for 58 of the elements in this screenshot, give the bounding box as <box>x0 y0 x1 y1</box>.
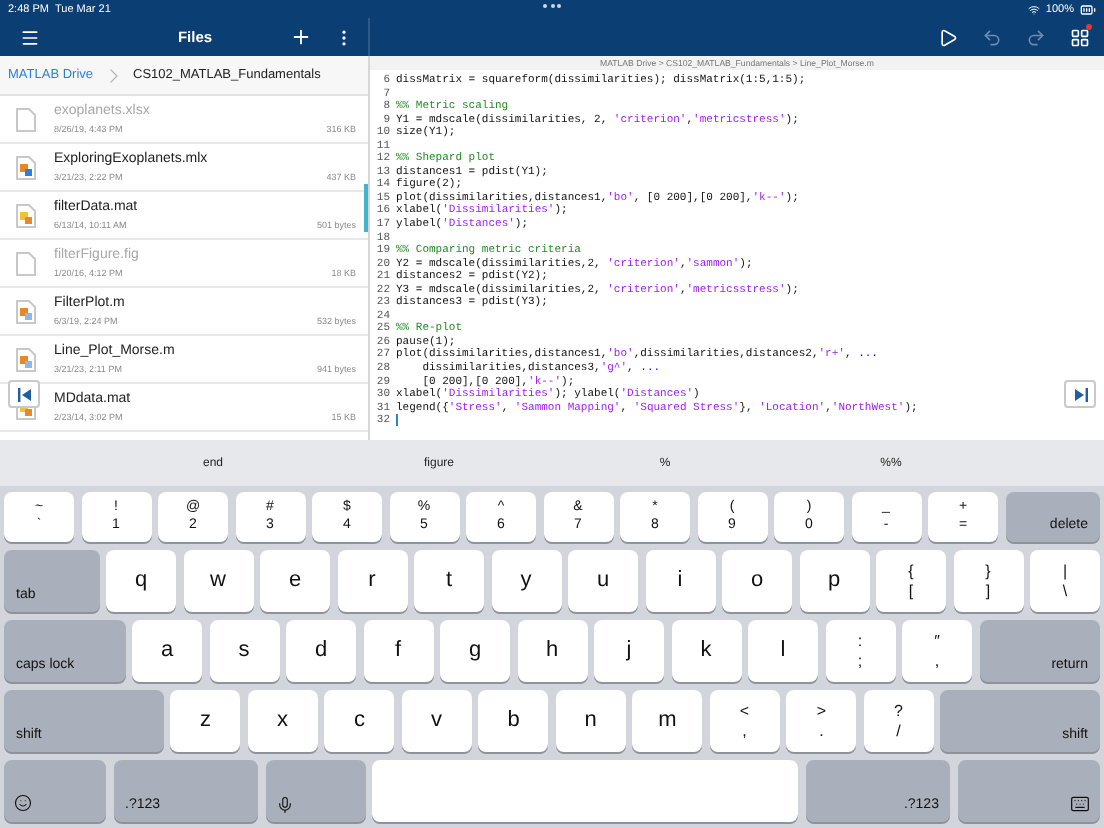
collapse-icon <box>17 387 31 401</box>
key[interactable]: : ; <box>825 620 895 682</box>
key[interactable]: u <box>568 550 638 612</box>
key[interactable]: v <box>401 690 472 752</box>
run-icon <box>937 27 957 47</box>
file-icon <box>16 107 36 131</box>
add-button[interactable] <box>288 24 314 50</box>
key[interactable]: q <box>106 550 176 612</box>
key[interactable]: j <box>594 620 664 682</box>
key[interactable]: k <box>671 620 741 682</box>
key[interactable]: w <box>183 550 253 612</box>
key[interactable]: m <box>632 690 703 752</box>
collapse-panel-button[interactable] <box>8 380 40 408</box>
file-icon <box>16 251 36 275</box>
expand-icon <box>1073 387 1087 401</box>
key[interactable]: l <box>748 620 818 682</box>
file-icon <box>16 299 36 323</box>
key[interactable]: x <box>247 690 318 752</box>
key[interactable]: p <box>799 550 869 612</box>
key[interactable]: z <box>170 690 241 752</box>
key[interactable]: | \ <box>1030 550 1100 612</box>
key[interactable]: > . <box>786 690 857 752</box>
menu-icon <box>19 27 39 47</box>
key[interactable]: o <box>722 550 792 612</box>
layout-button[interactable] <box>1066 24 1092 50</box>
key[interactable]: { [ <box>876 550 946 612</box>
key[interactable]: t <box>414 550 484 612</box>
wifi-icon <box>1027 3 1040 15</box>
microphone-icon <box>275 796 294 814</box>
keyboard-icon <box>1069 794 1090 814</box>
smiley-icon <box>14 794 32 812</box>
key[interactable]: } ] <box>953 550 1023 612</box>
file-icon <box>16 203 36 227</box>
key[interactable]: h <box>517 620 587 682</box>
key[interactable]: s <box>209 620 279 682</box>
key[interactable]: r <box>337 550 407 612</box>
key[interactable]: a <box>132 620 202 682</box>
key[interactable]: f <box>363 620 433 682</box>
key[interactable]: e <box>260 550 330 612</box>
key[interactable]: b <box>478 690 549 752</box>
key[interactable]: i <box>645 550 715 612</box>
undo-icon <box>981 27 1001 47</box>
file-icon <box>16 347 36 371</box>
key[interactable]: < , <box>709 690 780 752</box>
key[interactable]: c <box>324 690 395 752</box>
file-icon <box>16 155 36 179</box>
battery-icon <box>1080 1 1096 17</box>
layout-icon <box>1069 27 1089 47</box>
key[interactable]: ? / <box>863 690 934 752</box>
key[interactable]: d <box>286 620 356 682</box>
key[interactable]: ″ , <box>902 620 972 682</box>
expand-panel-button[interactable] <box>1064 380 1096 408</box>
scrollbar-thumb <box>364 184 368 232</box>
key[interactable]: g <box>440 620 510 682</box>
key[interactable]: n <box>555 690 626 752</box>
key[interactable]: y <box>491 550 561 612</box>
plus-icon <box>290 26 312 48</box>
redo-icon <box>1025 27 1045 47</box>
